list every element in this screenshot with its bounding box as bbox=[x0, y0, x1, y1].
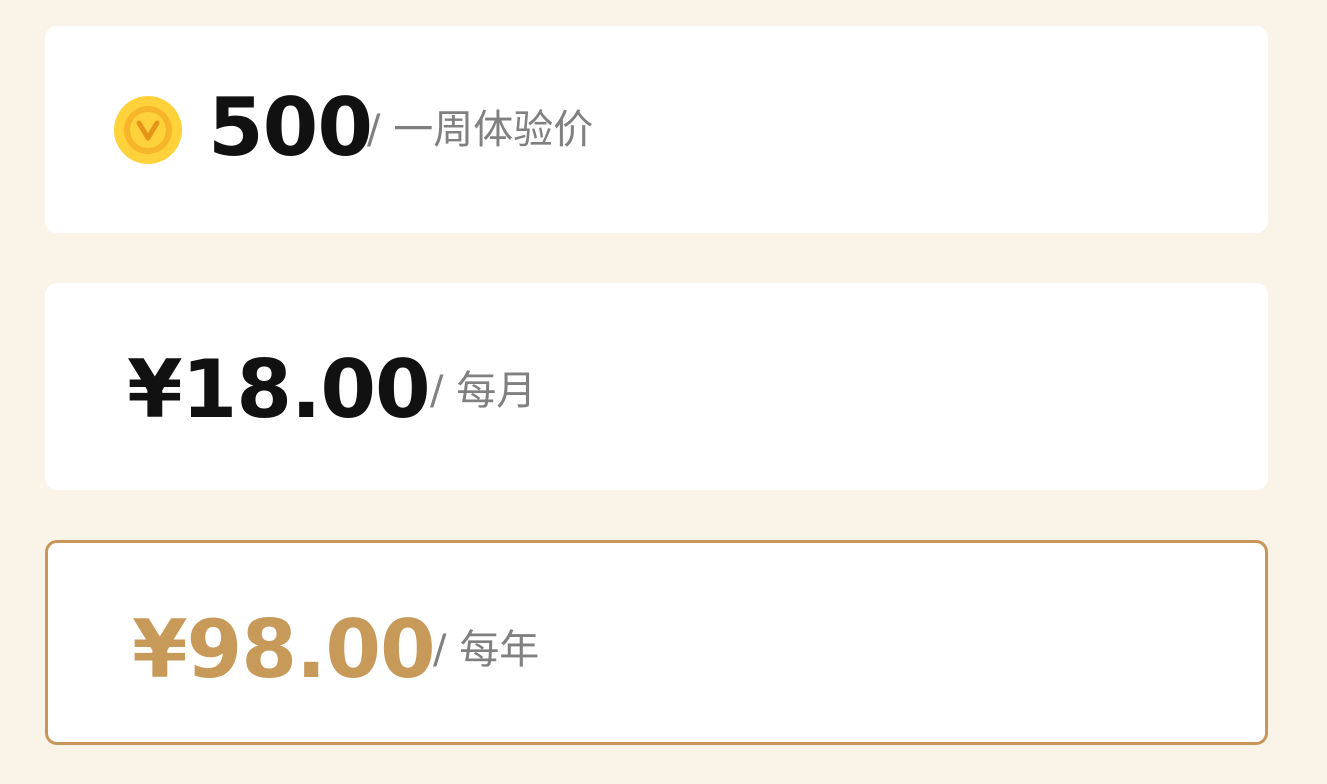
plan-option-monthly[interactable]: ¥18.00 / 每月 bbox=[45, 283, 1268, 490]
coin-icon bbox=[113, 95, 183, 165]
plan-price: ¥18.00 bbox=[127, 343, 431, 436]
plan-price: ¥98.00 bbox=[132, 603, 436, 696]
plan-price: 500 bbox=[208, 81, 373, 174]
plan-list: 500 / 一周体验价 ¥18.00 / 每月 ¥98.00 / 每年 bbox=[0, 0, 1327, 784]
plan-option-weekly-trial[interactable]: 500 / 一周体验价 bbox=[45, 26, 1268, 233]
plan-period-label: / 每年 bbox=[433, 627, 540, 673]
plan-option-yearly-selected[interactable]: ¥98.00 / 每年 bbox=[45, 540, 1268, 745]
plan-period-label: / 一周体验价 bbox=[367, 107, 594, 153]
plan-period-label: / 每月 bbox=[430, 368, 537, 414]
